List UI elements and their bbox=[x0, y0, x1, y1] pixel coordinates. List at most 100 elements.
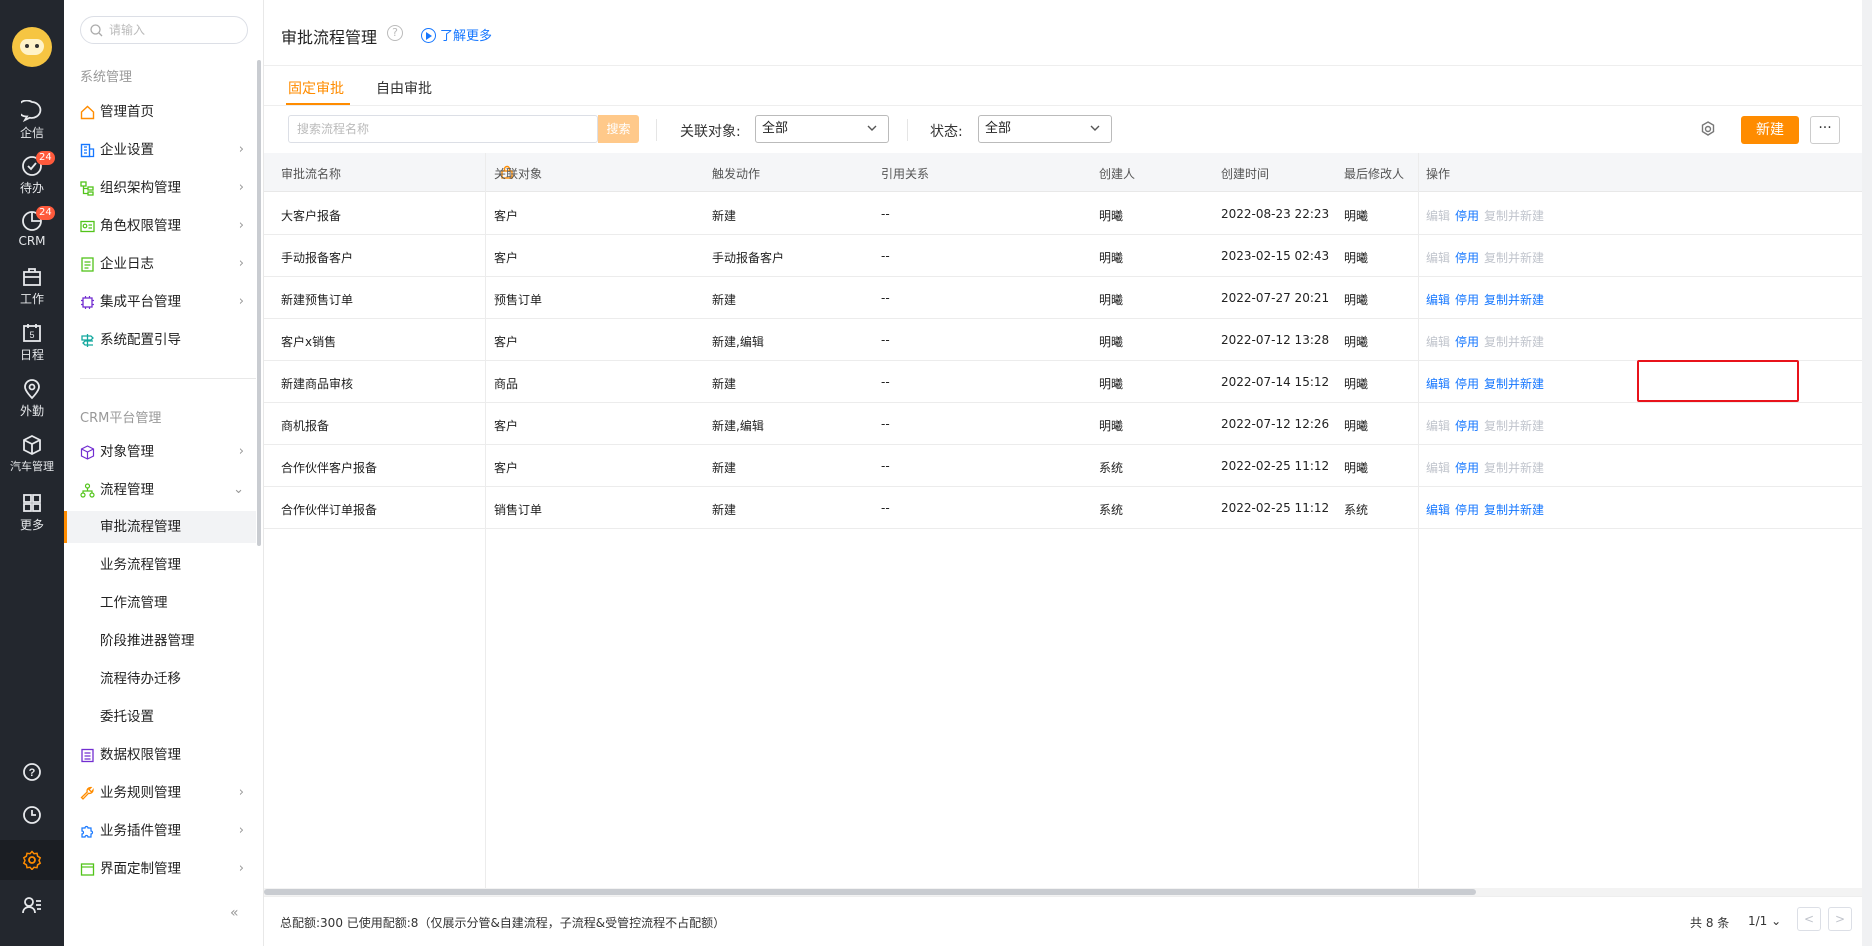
sidebar-subitem-todo-migrate[interactable]: 流程待办迁移 bbox=[64, 663, 256, 695]
status-filter-select[interactable]: 全部 bbox=[978, 115, 1112, 143]
table-row[interactable]: 客户x销售 客户 新建,编辑 -- 明曦 2022-07-12 13:28 明曦 编辑 停用 复制… bbox=[264, 319, 1862, 361]
sidebar-search-input[interactable]: 请输入 bbox=[80, 16, 248, 44]
copy-and-new-link[interactable]: 复制并新建 bbox=[1484, 209, 1544, 223]
sidebar-subitem-business-flow[interactable]: 业务流程管理 bbox=[64, 549, 256, 581]
table-row[interactable]: 大客户报备 客户 新建 -- 明曦 2022-08-23 22:23 明曦 编辑 停用 复制并新建 bbox=[264, 193, 1862, 235]
table-row[interactable]: 新建商品审核 商品 新建 -- 明曦 2022-07-14 15:12 明曦 编辑 停用 复制并新… bbox=[264, 361, 1862, 403]
sidebar-item-rules[interactable]: 业务规则管理 › bbox=[80, 779, 248, 807]
sidebar-item-ui-custom[interactable]: 界面定制管理 › bbox=[80, 855, 248, 883]
edit-link[interactable]: 编辑 bbox=[1426, 461, 1450, 475]
copy-and-new-link[interactable]: 复制并新建 bbox=[1484, 377, 1544, 391]
collapse-sidebar-button[interactable]: « bbox=[230, 905, 239, 921]
cell-modifier: 明曦 bbox=[1344, 377, 1369, 391]
copy-and-new-link[interactable]: 复制并新建 bbox=[1484, 419, 1544, 433]
sidebar-item-integration[interactable]: 集成平台管理 › bbox=[80, 288, 248, 316]
disable-link[interactable]: 停用 bbox=[1455, 503, 1479, 517]
rail-item-schedule[interactable]: 5 日程 bbox=[0, 322, 64, 363]
disable-link[interactable]: 停用 bbox=[1455, 461, 1479, 475]
tab-free-approval[interactable]: 自由审批 bbox=[376, 78, 432, 98]
edit-link[interactable]: 编辑 bbox=[1426, 251, 1450, 265]
rail-item-more[interactable]: 更多 bbox=[0, 492, 64, 533]
sidebar-subitem-delegate[interactable]: 委托设置 bbox=[64, 701, 256, 733]
sidebar-item-plugins[interactable]: 业务插件管理 › bbox=[80, 817, 248, 845]
object-filter-select[interactable]: 全部 bbox=[755, 115, 889, 143]
rail-history[interactable] bbox=[0, 805, 64, 827]
sidebar-item-org[interactable]: 组织架构管理 › bbox=[80, 174, 248, 202]
cell-name: 大客户报备 bbox=[281, 209, 342, 223]
copy-and-new-link[interactable]: 复制并新建 bbox=[1484, 503, 1544, 517]
rail-item-crm[interactable]: CRM 24 bbox=[0, 206, 64, 248]
prev-page-button[interactable]: < bbox=[1797, 907, 1821, 931]
help-icon[interactable]: ? bbox=[387, 25, 403, 41]
disable-link[interactable]: 停用 bbox=[1455, 209, 1479, 223]
page-selector[interactable]: 1/1 ⌄ bbox=[1748, 914, 1781, 928]
col-header-ref[interactable]: 引用关系 bbox=[881, 165, 929, 182]
col-header-created[interactable]: 创建时间 bbox=[1221, 165, 1269, 182]
sidebar-item-objects[interactable]: 对象管理 › bbox=[80, 438, 248, 466]
search-button[interactable]: 搜索 bbox=[598, 115, 639, 143]
rail-item-field[interactable]: 外勤 bbox=[0, 378, 64, 419]
edit-link[interactable]: 编辑 bbox=[1426, 209, 1450, 223]
tab-fixed-approval[interactable]: 固定审批 bbox=[288, 78, 344, 98]
copy-and-new-link[interactable]: 复制并新建 bbox=[1484, 335, 1544, 349]
edit-link[interactable]: 编辑 bbox=[1426, 335, 1450, 349]
rail-item-todo[interactable]: 待办 24 bbox=[0, 151, 64, 196]
horizontal-scrollbar[interactable] bbox=[264, 888, 1862, 896]
edit-link[interactable]: 编辑 bbox=[1426, 503, 1450, 517]
sidebar-subitem-workflow[interactable]: 工作流管理 bbox=[64, 587, 256, 619]
cell-ref: -- bbox=[881, 417, 890, 431]
sidebar-item-home[interactable]: 管理首页 bbox=[80, 98, 248, 126]
rail-profile[interactable] bbox=[0, 895, 64, 917]
col-header-modifier[interactable]: 最后修改人 bbox=[1344, 165, 1404, 182]
table-row[interactable]: 合作伙伴客户报备 客户 新建 -- 系统 2022-02-25 11:12 明曦 编辑 停用 复制… bbox=[264, 445, 1862, 487]
rail-item-work[interactable]: 工作 bbox=[0, 266, 64, 307]
col-header-object[interactable]: 关联对象 bbox=[494, 165, 542, 182]
edit-link[interactable]: 编辑 bbox=[1426, 377, 1450, 391]
help-circle-icon: ? bbox=[23, 763, 41, 781]
disable-link[interactable]: 停用 bbox=[1455, 377, 1479, 391]
disable-link[interactable]: 停用 bbox=[1455, 251, 1479, 265]
more-actions-button[interactable]: ··· bbox=[1810, 116, 1840, 144]
process-search-input[interactable]: 搜索流程名称 bbox=[288, 115, 598, 143]
edit-link[interactable]: 编辑 bbox=[1426, 419, 1450, 433]
col-header-name[interactable]: 审批流名称 bbox=[281, 165, 341, 182]
sidebar-subitem-approval[interactable]: 审批流程管理 bbox=[64, 511, 256, 543]
table-row[interactable]: 商机报备 客户 新建,编辑 -- 明曦 2022-07-12 12:26 明曦 编辑 停用 复制并… bbox=[264, 403, 1862, 445]
sidebar-item-roles[interactable]: 角色权限管理 › bbox=[80, 212, 248, 240]
rail-settings[interactable] bbox=[0, 850, 64, 872]
sidebar-item-process[interactable]: 流程管理 ⌄ bbox=[80, 476, 248, 504]
rail-item-chat[interactable]: 企信 bbox=[0, 100, 64, 141]
col-header-creator[interactable]: 创建人 bbox=[1099, 165, 1135, 182]
table-row[interactable]: 合作伙伴订单报备 销售订单 新建 -- 系统 2022-02-25 11:12 系统 编辑 停用… bbox=[264, 487, 1862, 529]
learn-more-link[interactable]: 了解更多 bbox=[421, 25, 492, 44]
rail-help[interactable]: ? bbox=[0, 762, 64, 784]
rail-item-car[interactable]: 汽车管理 bbox=[0, 434, 64, 474]
cell-object: 客户 bbox=[494, 335, 519, 349]
copy-and-new-link[interactable]: 复制并新建 bbox=[1484, 251, 1544, 265]
disable-link[interactable]: 停用 bbox=[1455, 335, 1479, 349]
sidebar-item-config-guide[interactable]: 系统配置引导 bbox=[80, 326, 248, 354]
cell-created: 2022-08-23 22:23 bbox=[1221, 207, 1330, 221]
window-layout-icon bbox=[80, 863, 95, 876]
app-logo[interactable] bbox=[12, 27, 52, 67]
sidebar-item-company-settings[interactable]: 企业设置 › bbox=[80, 136, 248, 164]
cell-modifier: 明曦 bbox=[1344, 293, 1369, 307]
new-process-button[interactable]: 新建 bbox=[1741, 116, 1799, 144]
sidebar-subitem-stage[interactable]: 阶段推进器管理 bbox=[64, 625, 256, 657]
scrollbar-thumb[interactable] bbox=[264, 889, 1476, 895]
disable-link[interactable]: 停用 bbox=[1455, 419, 1479, 433]
sidebar-scrollbar[interactable] bbox=[257, 60, 261, 546]
table-row[interactable]: 新建预售订单 预售订单 新建 -- 明曦 2022-07-27 20:21 明曦 编辑 停用 复制… bbox=[264, 277, 1862, 319]
disable-link[interactable]: 停用 bbox=[1455, 293, 1479, 307]
sidebar-section-system: 系统管理 bbox=[80, 70, 133, 85]
table-row[interactable]: 手动报备客户 客户 手动报备客户 -- 明曦 2023-02-15 02:43 明曦 编辑 停用… bbox=[264, 235, 1862, 277]
edit-link[interactable]: 编辑 bbox=[1426, 293, 1450, 307]
copy-and-new-link[interactable]: 复制并新建 bbox=[1484, 293, 1544, 307]
col-header-trigger[interactable]: 触发动作 bbox=[712, 165, 760, 182]
sidebar-item-data-permission[interactable]: 数据权限管理 bbox=[80, 741, 248, 769]
cell-creator: 系统 bbox=[1099, 503, 1124, 517]
sidebar-item-logs[interactable]: 企业日志 › bbox=[80, 250, 248, 278]
settings-gear-icon[interactable] bbox=[1699, 120, 1717, 138]
next-page-button[interactable]: > bbox=[1828, 907, 1852, 931]
copy-and-new-link[interactable]: 复制并新建 bbox=[1484, 461, 1544, 475]
